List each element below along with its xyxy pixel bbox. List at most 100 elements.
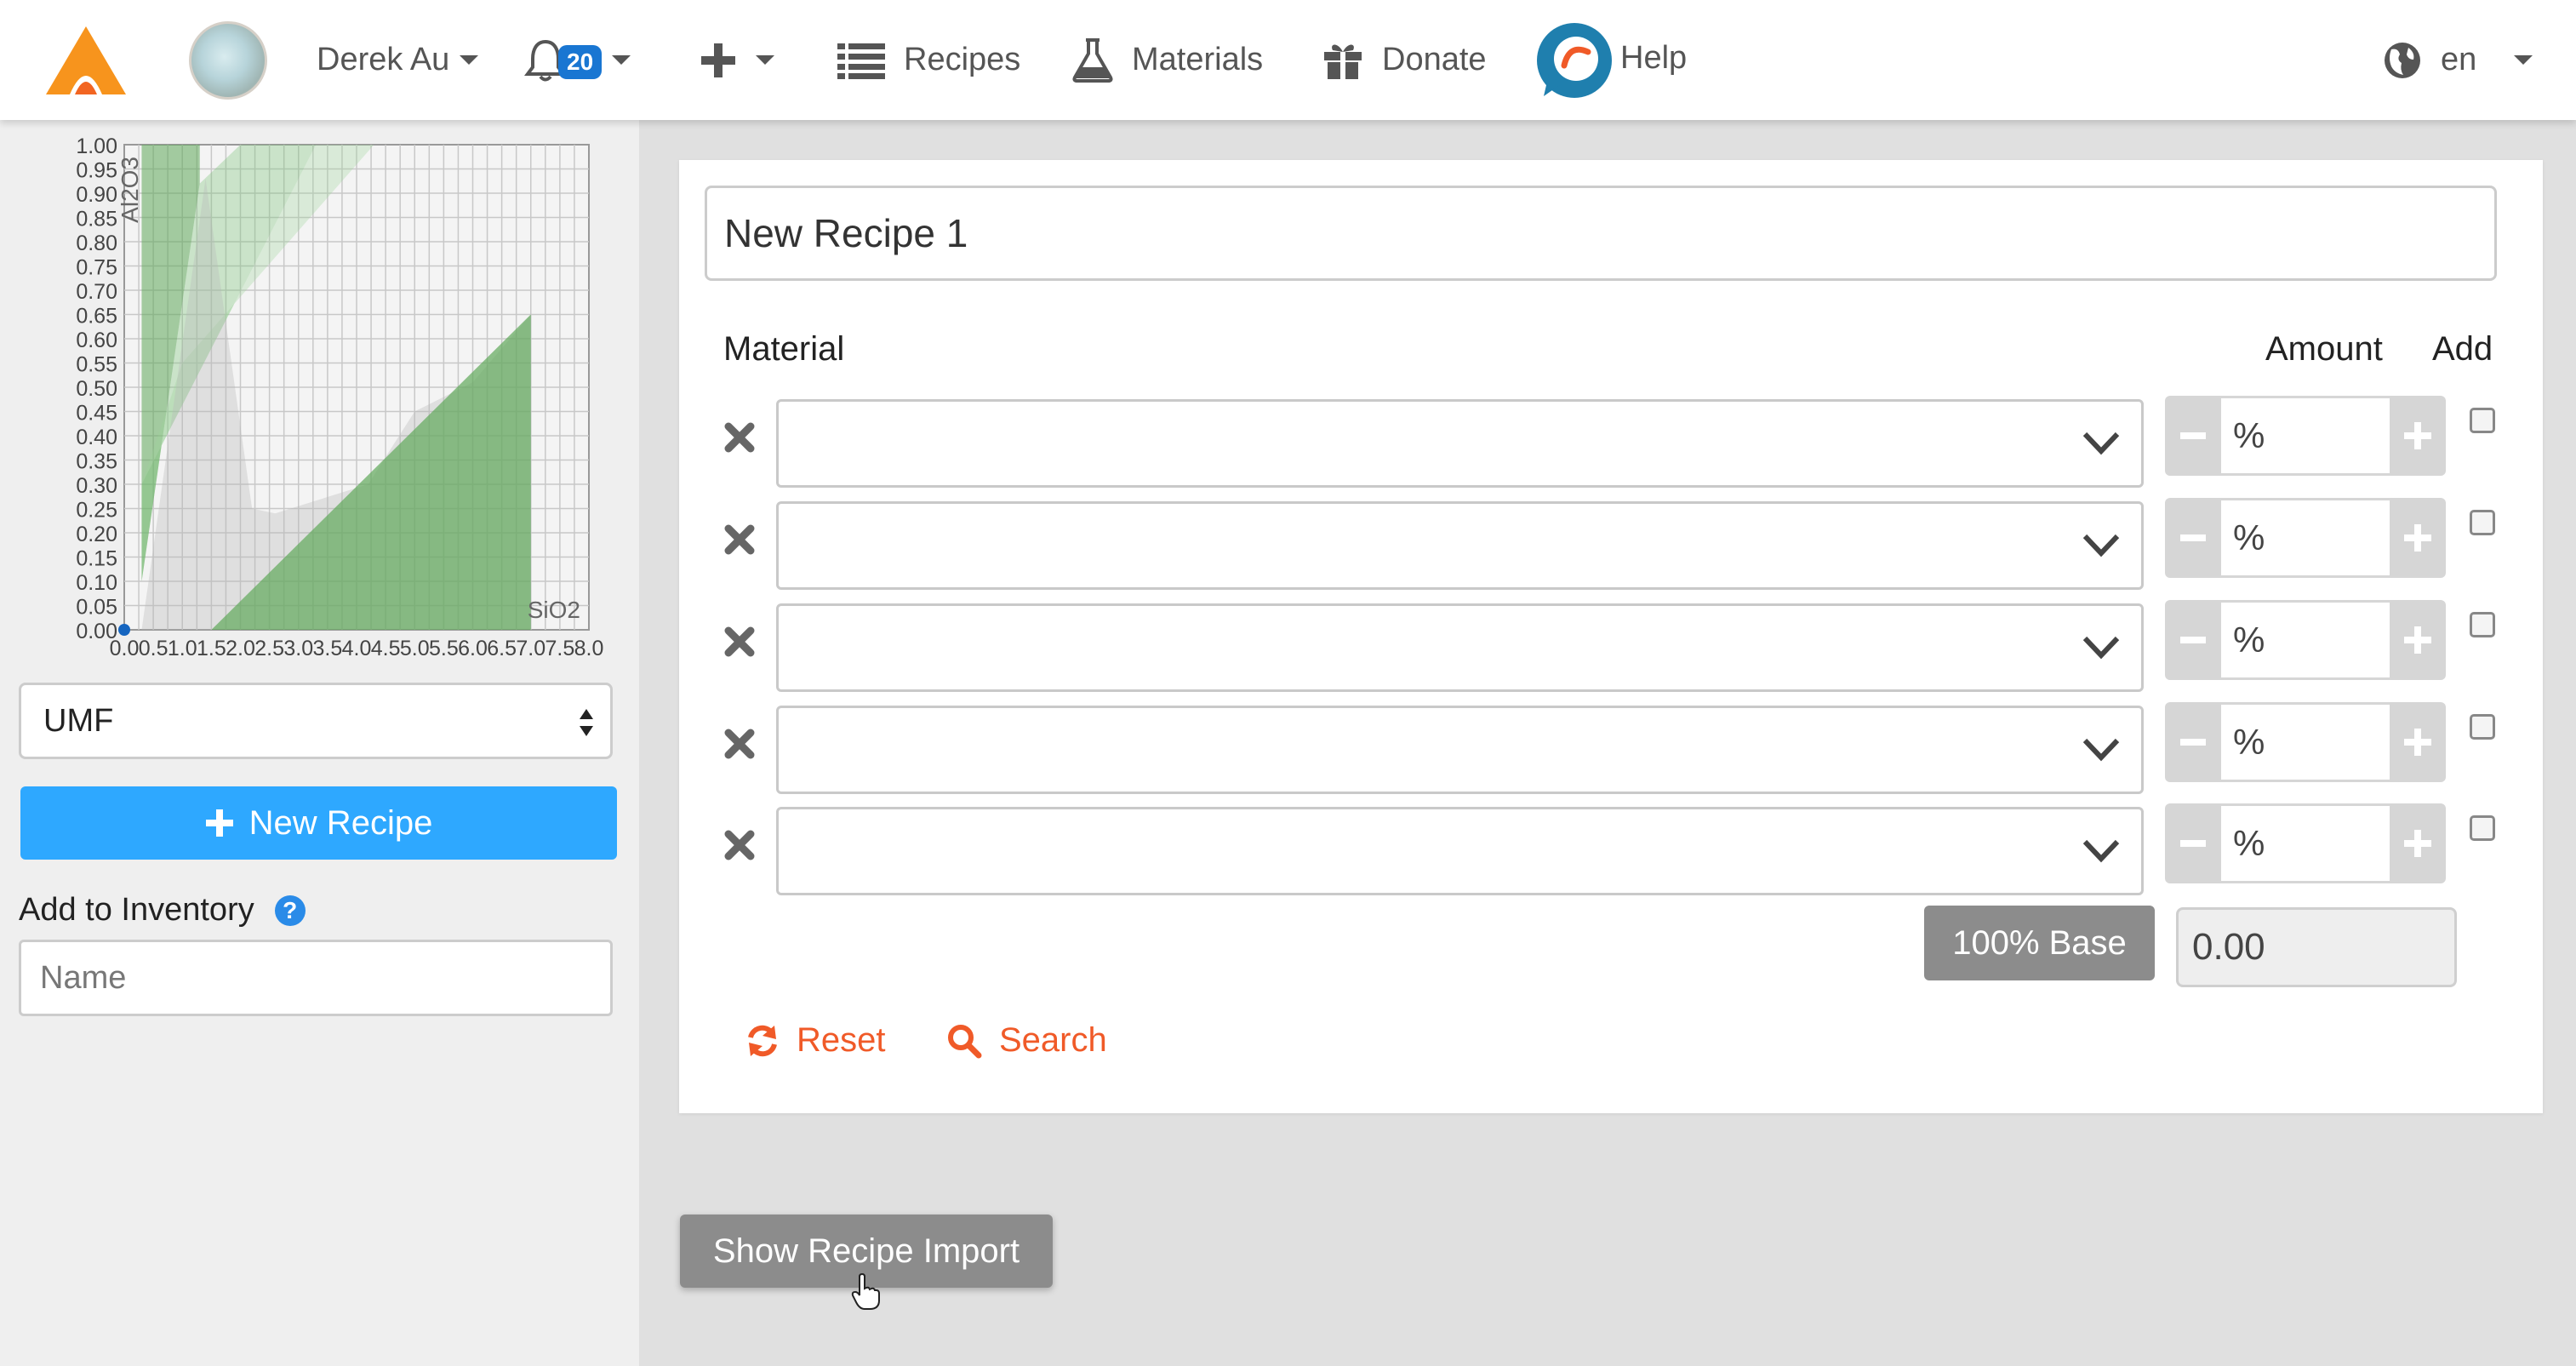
add-checkbox[interactable] — [2470, 714, 2495, 740]
select-arrows-icon — [580, 709, 593, 736]
chevron-down-icon — [2082, 534, 2120, 557]
y-tick-label: 0.50 — [76, 377, 117, 401]
y-tick-label: 0.65 — [76, 305, 117, 329]
chevron-down-icon — [460, 55, 479, 65]
minus-icon — [2180, 637, 2206, 643]
remove-row-icon[interactable] — [722, 726, 757, 762]
new-recipe-button[interactable]: New Recipe — [20, 786, 617, 860]
amount-stepper[interactable]: % — [2165, 600, 2446, 680]
base-100-button[interactable]: 100% Base — [1924, 906, 2155, 980]
decrement-button[interactable] — [2165, 803, 2221, 883]
y-tick-label: 0.25 — [76, 499, 117, 523]
app-logo[interactable] — [44, 0, 128, 120]
material-select[interactable] — [776, 603, 2144, 692]
remove-row-icon[interactable] — [722, 827, 757, 863]
increment-button[interactable] — [2390, 600, 2446, 680]
decrement-button[interactable] — [2165, 498, 2221, 578]
notification-badge: 20 — [558, 44, 603, 79]
nav-recipes[interactable]: Recipes — [837, 0, 1020, 120]
add-menu[interactable] — [700, 0, 774, 120]
avatar — [189, 20, 267, 100]
add-checkbox[interactable] — [2470, 612, 2495, 637]
y-tick-label: 0.95 — [76, 159, 117, 183]
remove-row-icon[interactable] — [722, 522, 757, 557]
minus-icon — [2180, 840, 2206, 847]
nav-donate[interactable]: Donate — [1322, 0, 1487, 120]
chevron-down-icon — [2082, 636, 2120, 660]
y-tick-label: 0.80 — [76, 231, 117, 255]
user-avatar[interactable] — [189, 0, 267, 120]
increment-button[interactable] — [2390, 702, 2446, 782]
x-tick-label: 1.5 — [197, 637, 226, 660]
nav-materials-label: Materials — [1132, 42, 1264, 77]
list-icon — [837, 43, 885, 79]
x-tick-label: 1.0 — [168, 637, 197, 660]
material-select[interactable] — [776, 399, 2144, 488]
reset-button[interactable]: Reset — [745, 1021, 886, 1060]
amount-input[interactable]: % — [2221, 600, 2390, 680]
chevron-down-icon — [2514, 55, 2533, 65]
amount-input[interactable]: % — [2221, 702, 2390, 782]
data-point — [118, 624, 130, 636]
decrement-button[interactable] — [2165, 600, 2221, 680]
x-tick-label: 0.0 — [110, 637, 140, 660]
increment-button[interactable] — [2390, 803, 2446, 883]
chart-svg: 1.000.950.900.850.800.750.700.650.600.55… — [76, 134, 604, 660]
remove-row-icon[interactable] — [722, 624, 757, 660]
decrement-button[interactable] — [2165, 702, 2221, 782]
x-axis-label: SiO2 — [528, 597, 580, 623]
question-circle-icon[interactable]: ? — [274, 894, 306, 926]
y-tick-label: 0.70 — [76, 280, 117, 304]
material-select[interactable] — [776, 706, 2144, 794]
x-tick-label: 8.0 — [574, 637, 604, 660]
increment-button[interactable] — [2390, 498, 2446, 578]
amount-stepper[interactable]: % — [2165, 702, 2446, 782]
nav-help-label: Help — [1620, 40, 1688, 76]
decrement-button[interactable] — [2165, 396, 2221, 476]
inventory-label: Add to Inventory ? — [19, 892, 306, 929]
add-checkbox[interactable] — [2470, 815, 2495, 841]
x-tick-label: 5.5 — [429, 637, 459, 660]
notifications-menu[interactable]: 20 — [524, 0, 631, 120]
minus-icon — [2180, 432, 2206, 439]
amount-input[interactable]: % — [2221, 498, 2390, 578]
chevron-down-icon — [756, 55, 774, 65]
plus-icon — [2404, 626, 2431, 654]
amount-stepper[interactable]: % — [2165, 498, 2446, 578]
material-select[interactable] — [776, 807, 2144, 895]
x-tick-label: 4.0 — [342, 637, 372, 660]
chevron-down-icon — [612, 55, 631, 65]
recipe-name-input[interactable] — [705, 186, 2497, 281]
x-tick-label: 3.0 — [283, 637, 313, 660]
search-button[interactable]: Search — [946, 1021, 1107, 1060]
add-checkbox[interactable] — [2470, 510, 2495, 535]
y-tick-label: 1.00 — [76, 134, 117, 158]
amount-input[interactable]: % — [2221, 396, 2390, 476]
nav-materials[interactable]: Materials — [1072, 0, 1263, 120]
amount-stepper[interactable]: % — [2165, 396, 2446, 476]
nav-help[interactable]: Help — [1535, 0, 1687, 120]
add-checkbox[interactable] — [2470, 408, 2495, 433]
x-tick-label: 0.5 — [139, 637, 168, 660]
y-tick-label: 0.30 — [76, 474, 117, 498]
y-tick-label: 0.55 — [76, 353, 117, 377]
reset-label: Reset — [797, 1021, 886, 1059]
unit-select[interactable]: UMF — [19, 683, 613, 759]
unity-chart[interactable]: 1.00 0.95 0.90 0.85 0.80 0.75 0.70 0.65 0.60 0.55… — [0, 128, 639, 664]
amount-input[interactable]: % — [2221, 803, 2390, 883]
language-menu[interactable]: en — [2383, 0, 2533, 120]
x-tick-label: 2.0 — [226, 637, 255, 660]
nav-donate-label: Donate — [1382, 42, 1487, 77]
language-label: en — [2441, 42, 2477, 77]
chevron-down-icon — [2082, 738, 2120, 762]
amount-stepper[interactable]: % — [2165, 803, 2446, 883]
refresh-icon — [748, 1025, 777, 1056]
material-select[interactable] — [776, 501, 2144, 590]
increment-button[interactable] — [2390, 396, 2446, 476]
user-menu[interactable]: Derek Au — [317, 0, 479, 120]
plus-icon — [2404, 830, 2431, 857]
inventory-name-input[interactable] — [19, 940, 613, 1016]
hand-cursor-icon — [851, 1273, 880, 1310]
remove-row-icon[interactable] — [722, 420, 757, 455]
flask-icon — [1072, 37, 1113, 83]
